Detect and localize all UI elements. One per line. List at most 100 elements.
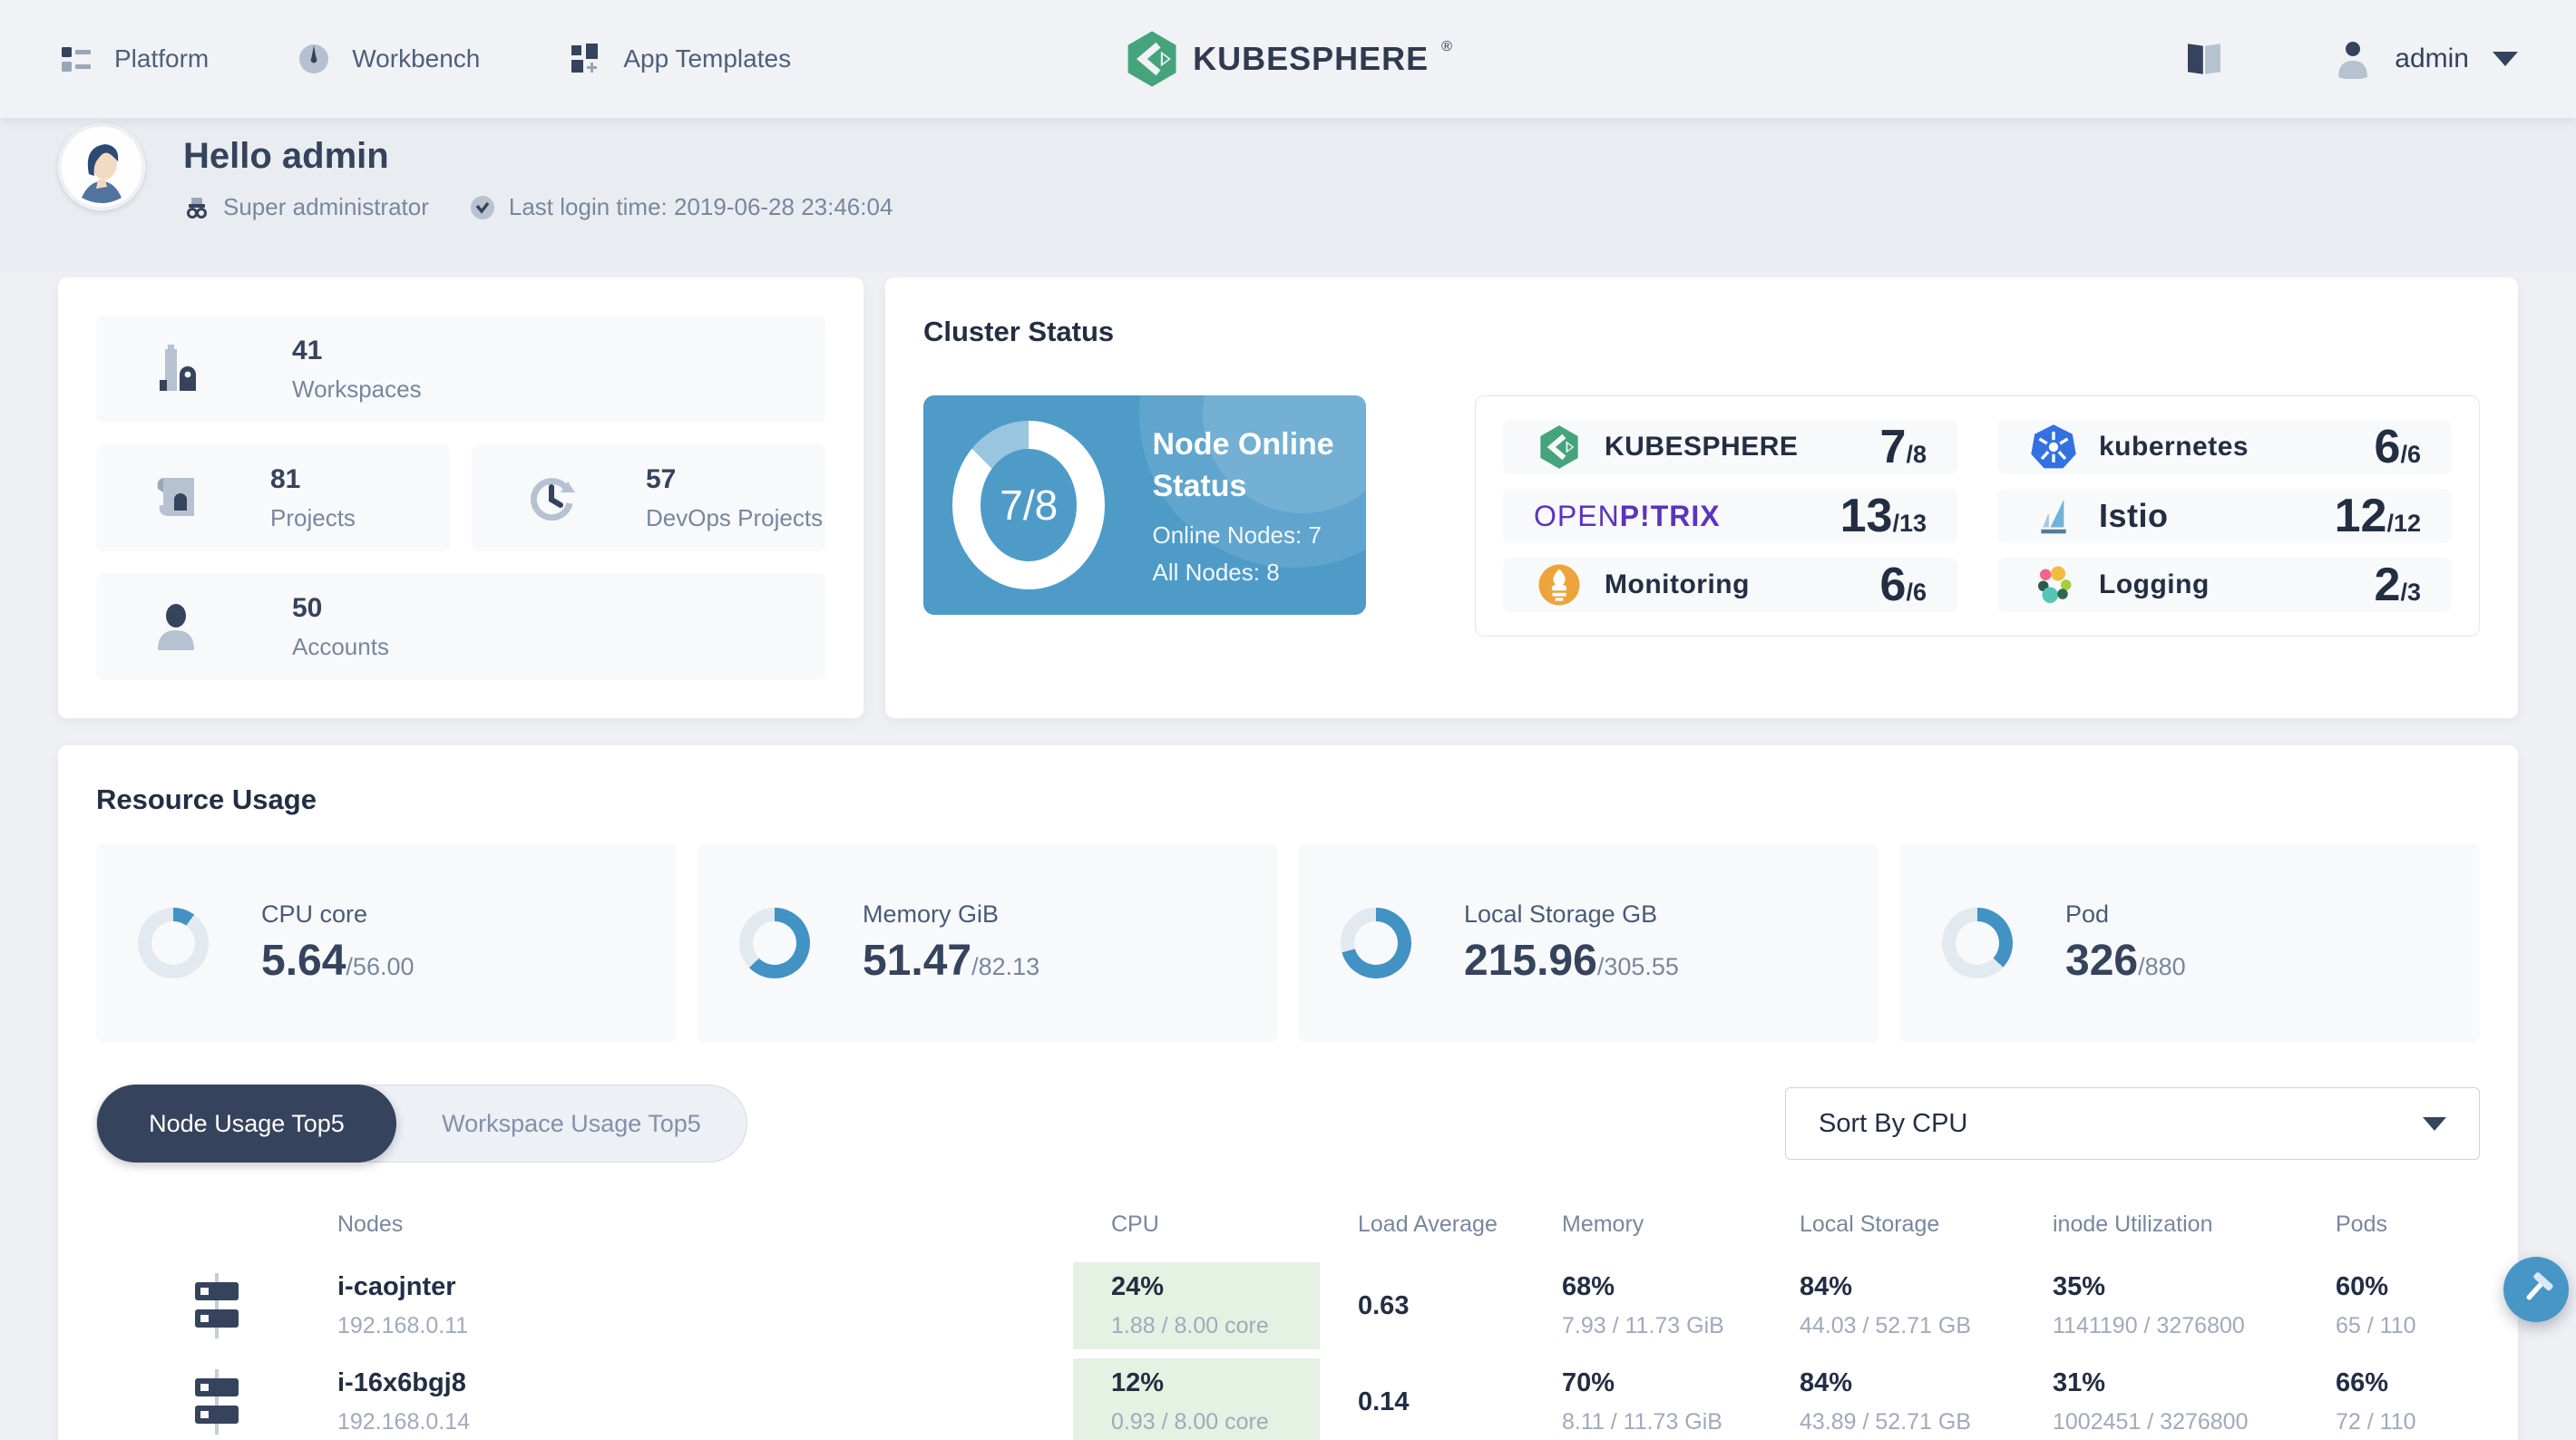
- kubesphere-logo[interactable]: KUBESPHERE ®: [1124, 30, 1452, 88]
- svc-tile-kubesphere: KUBESPHERE 7/8: [1503, 420, 1957, 474]
- svc-tile-logging: Logging 2/3: [1997, 558, 2452, 612]
- stat-tile-projects[interactable]: 81 Projects: [96, 444, 450, 551]
- stat-tile-workspaces[interactable]: 41 Workspaces: [96, 316, 825, 423]
- nav-label-app-templates: App Templates: [623, 44, 792, 73]
- col-header-inode: inode Utilization: [2053, 1211, 2213, 1237]
- svc-tile-monitoring: Monitoring 6/6: [1503, 558, 1957, 612]
- load-average: 0.63: [1358, 1290, 1410, 1320]
- role-label: Super administrator: [223, 193, 429, 220]
- greeting-title: Hello admin: [183, 136, 389, 176]
- svc-name: Logging: [2099, 569, 2210, 599]
- tab-workspace-usage-top5[interactable]: Workspace Usage Top5: [396, 1085, 746, 1163]
- svc-value: 7: [1879, 421, 1907, 473]
- storage-percent: 84%: [1800, 1272, 1853, 1301]
- storage-detail: 44.03 / 52.71 GB: [1800, 1313, 1972, 1338]
- stat-tile-accounts[interactable]: 50 Accounts: [96, 573, 825, 680]
- pods-percent: 60%: [2336, 1272, 2389, 1301]
- svc-name: Monitoring: [1605, 569, 1750, 599]
- node-server-icon: [195, 1369, 239, 1435]
- nav-item-app-templates[interactable]: App Templates: [567, 41, 791, 77]
- nav-item-platform[interactable]: Platform: [58, 41, 209, 77]
- gauge-total: /880: [2138, 953, 2186, 980]
- toolbox-fab-button[interactable]: [2503, 1257, 2569, 1322]
- gauge-total: /56.00: [346, 953, 415, 980]
- welcome-banner: Hello admin Super administrator Last log…: [0, 118, 2576, 272]
- svc-tile-openpitrix: OPEN P!TRIX 13/13: [1503, 489, 1957, 543]
- role-icon: [187, 197, 207, 219]
- table-row[interactable]: i-caojnter 192.168.0.11 24% 1.88 / 8.00 …: [96, 1262, 2480, 1349]
- sort-by-value: Sort By CPU: [1819, 1108, 1968, 1138]
- user-name: admin: [2395, 44, 2469, 73]
- gauge-label: Pod: [2065, 900, 2110, 928]
- inode-detail: 1141190 / 3276800: [2053, 1313, 2245, 1338]
- tab-node-usage-top5[interactable]: Node Usage Top5: [97, 1085, 396, 1163]
- pods-percent: 66%: [2336, 1368, 2389, 1397]
- svc-total: /13: [1892, 510, 1927, 537]
- projects-label: Projects: [270, 503, 356, 531]
- last-login: Last login time: 2019-06-28 23:46:04: [469, 193, 893, 221]
- col-header-storage: Local Storage: [1800, 1211, 1940, 1237]
- projects-count: 81: [270, 463, 301, 494]
- svc-value: 12: [2334, 490, 2387, 542]
- role-badge: Super administrator: [183, 193, 429, 221]
- login-time-icon: [470, 195, 494, 219]
- kubernetes-icon: [2028, 422, 2079, 472]
- gauge-cpu: CPU core 5.64/56.00: [96, 843, 676, 1043]
- nav-label-platform: Platform: [114, 44, 210, 73]
- gauge-total: /305.55: [1596, 953, 1679, 980]
- gauge-used: 5.64: [261, 937, 346, 985]
- col-header-cpu: CPU: [1111, 1211, 1159, 1237]
- avatar: [58, 123, 145, 210]
- pods-detail: 65 / 110: [2336, 1313, 2416, 1338]
- svc-total: /3: [2400, 579, 2421, 606]
- memory-donut: [739, 908, 810, 978]
- svc-tile-istio: Istio 12/12: [1997, 489, 2452, 543]
- node-usage-table: Nodes CPU Load Average Memory Local Stor…: [96, 1195, 2480, 1440]
- node-name[interactable]: i-16x6bgj8: [337, 1368, 1073, 1398]
- devops-count: 57: [646, 463, 677, 494]
- cpu-percent: 24%: [1111, 1272, 1165, 1301]
- accounts-label: Accounts: [292, 632, 389, 660]
- memory-percent: 68%: [1562, 1272, 1615, 1301]
- col-header-memory: Memory: [1562, 1211, 1644, 1237]
- pods-detail: 72 / 110: [2336, 1409, 2416, 1435]
- cluster-status-title: Cluster Status: [923, 316, 1115, 347]
- cpu-detail: 0.93 / 8.00 core: [1111, 1409, 1269, 1435]
- sort-by-dropdown[interactable]: Sort By CPU: [1785, 1087, 2480, 1160]
- svc-value: 2: [2374, 559, 2401, 611]
- cpu-detail: 1.88 / 8.00 core: [1111, 1313, 1269, 1338]
- node-server-icon: [195, 1273, 239, 1338]
- nav-item-workbench[interactable]: Workbench: [296, 41, 480, 77]
- resource-usage-title: Resource Usage: [96, 783, 317, 815]
- gauge-used: 51.47: [863, 937, 972, 985]
- gauge-used: 326: [2065, 937, 2139, 985]
- cluster-status-card: Cluster Status 7/8 Node Online Status On…: [885, 277, 2518, 718]
- col-header-pods: Pods: [2336, 1211, 2387, 1237]
- usage-tabs: Node Usage Top5 Workspace Usage Top5: [96, 1085, 747, 1163]
- svc-tile-kubernetes: kubernetes 6/6: [1997, 420, 2452, 474]
- docs-book-icon[interactable]: [2182, 39, 2226, 79]
- workspaces-icon: [160, 345, 196, 391]
- node-online-donut: 7/8: [952, 421, 1106, 589]
- top-nav: Platform Workbench App Templates KUBESPH…: [0, 0, 2576, 118]
- kubesphere-dashboard: Platform Workbench App Templates KUBESPH…: [0, 0, 2576, 1440]
- svc-total: /6: [2400, 441, 2421, 468]
- stat-tile-devops[interactable]: 57 DevOps Projects: [472, 444, 825, 551]
- openpitrix-logo: OPEN P!TRIX: [1534, 499, 1721, 532]
- gauge-total: /82.13: [971, 953, 1040, 980]
- svc-value: 13: [1839, 490, 1893, 542]
- gauge-label: CPU core: [261, 900, 368, 928]
- logo-text: KUBESPHERE: [1193, 40, 1429, 77]
- gauge-pod: Pod 326/880: [1900, 843, 2480, 1043]
- svc-total: /12: [2386, 510, 2421, 537]
- node-online-title: Node Online Status: [1152, 427, 1334, 503]
- svc-name: kubernetes: [2099, 432, 2249, 462]
- node-name[interactable]: i-caojnter: [337, 1272, 1073, 1302]
- table-row[interactable]: i-16x6bgj8 192.168.0.14 12% 0.93 / 8.00 …: [96, 1358, 2480, 1440]
- user-menu[interactable]: admin: [2335, 39, 2518, 79]
- workspaces-count: 41: [292, 335, 323, 365]
- node-online-ratio: 7/8: [1000, 482, 1059, 529]
- col-header-nodes: Nodes: [337, 1211, 404, 1237]
- dropdown-caret-icon: [2423, 1116, 2446, 1131]
- memory-percent: 70%: [1562, 1368, 1615, 1397]
